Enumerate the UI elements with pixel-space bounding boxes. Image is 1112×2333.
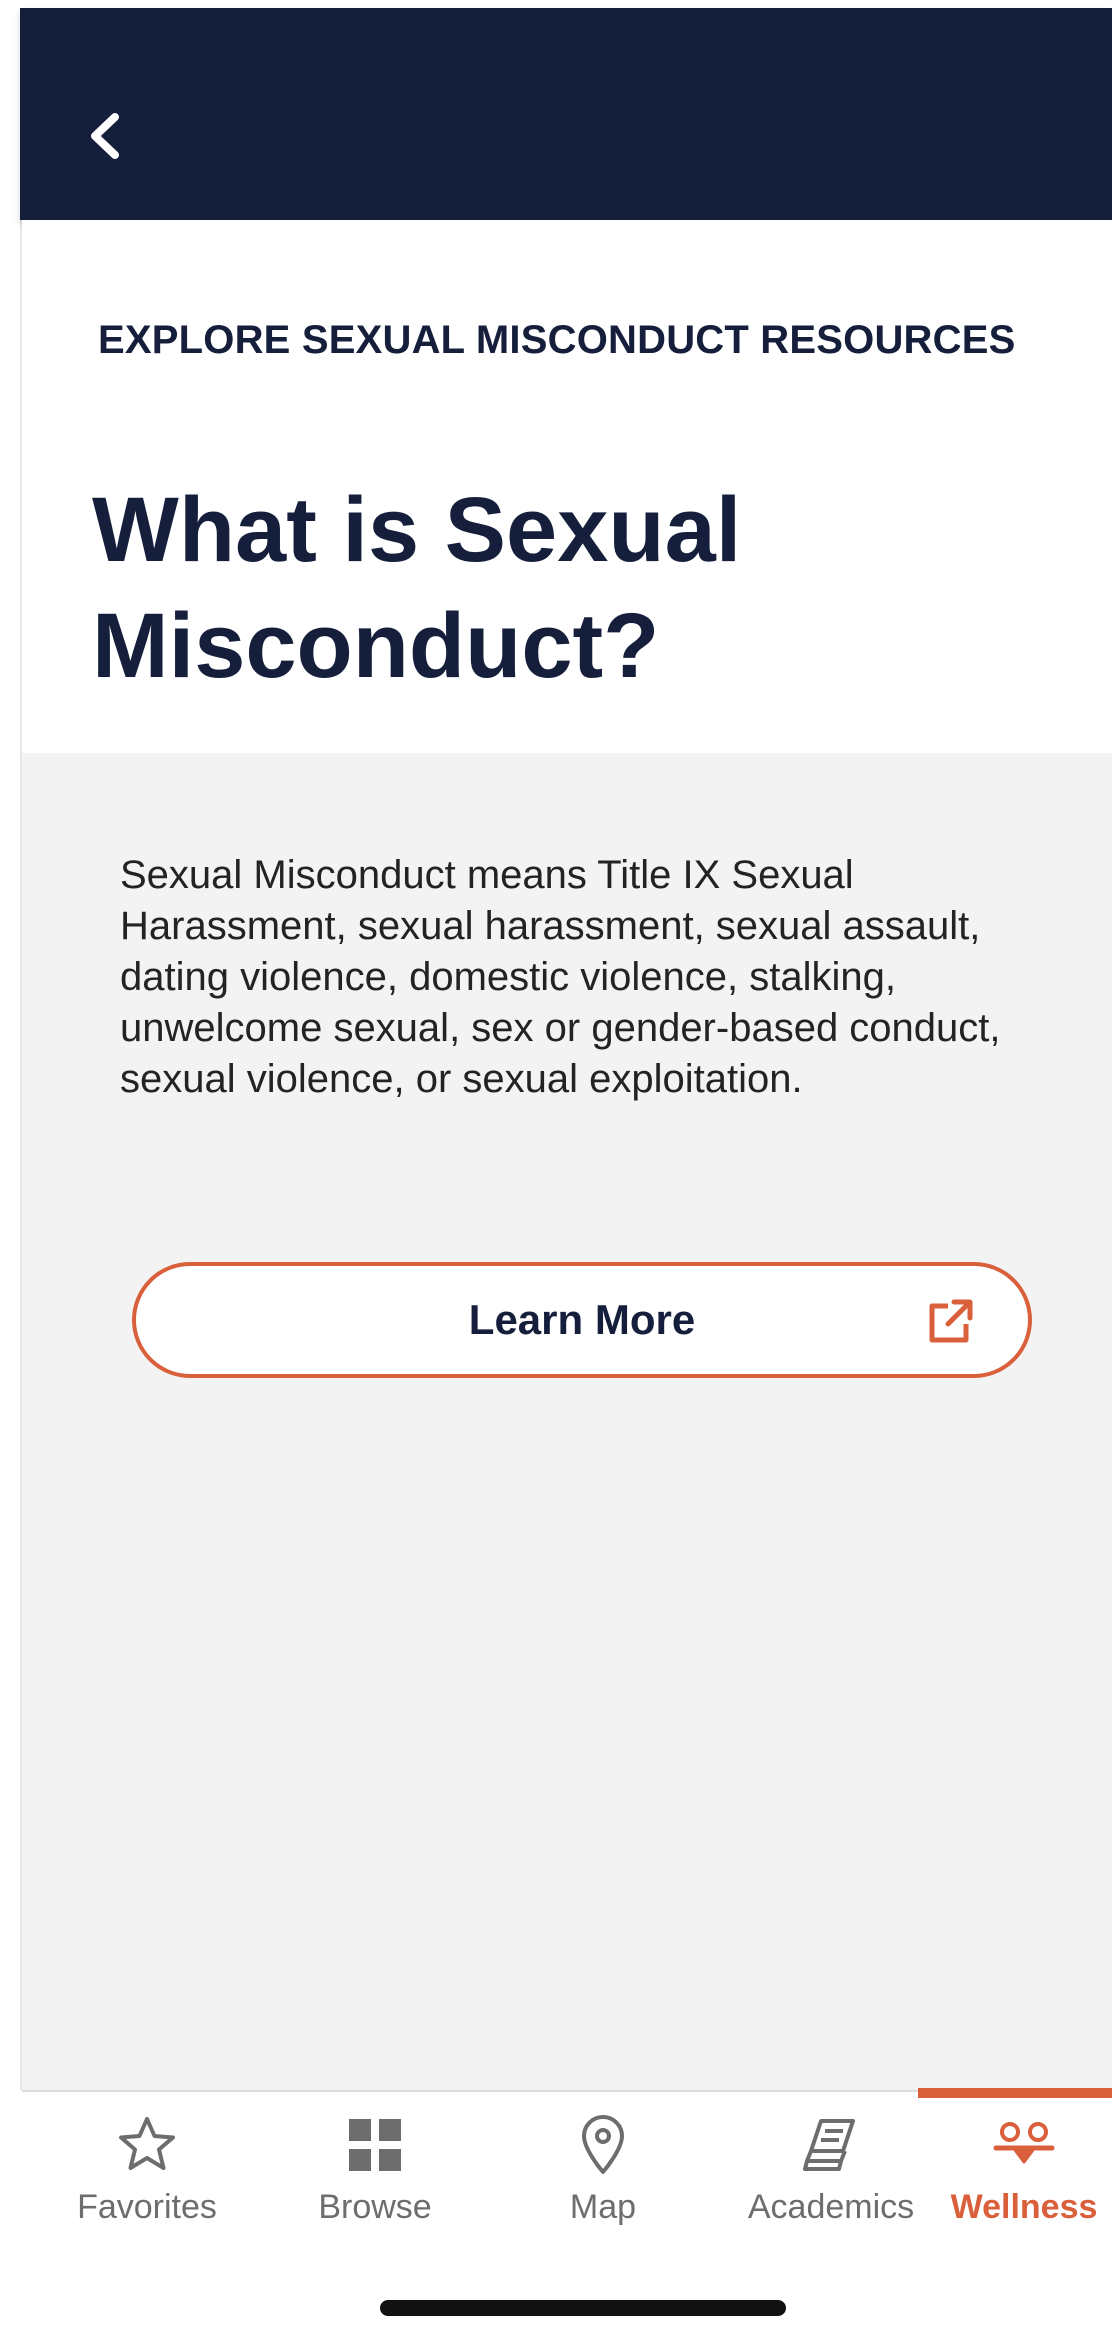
star-icon [119, 2117, 175, 2170]
back-button[interactable] [70, 96, 140, 176]
tab-wellness-label: Wellness [950, 2188, 1098, 2226]
map-pin-icon [582, 2115, 624, 2174]
grid-icon [349, 2119, 401, 2171]
section-kicker: EXPLORE SEXUAL MISCONDUCT RESOURCES [98, 318, 1016, 362]
learn-more-button[interactable]: Learn More [132, 1262, 1032, 1378]
left-edge [0, 0, 20, 2333]
learn-more-label: Learn More [468, 1296, 696, 1343]
tab-map-label: Map [569, 2188, 637, 2226]
tab-favorites[interactable]: Favorites [52, 2092, 242, 2252]
page-title: What is Sexual Misconduct? [92, 479, 742, 697]
tab-browse[interactable]: Browse [280, 2092, 470, 2252]
tab-wellness[interactable]: Wellness [936, 2092, 1112, 2252]
tab-map[interactable]: Map [508, 2092, 698, 2252]
home-indicator[interactable] [380, 2300, 786, 2316]
chevron-left-icon [91, 113, 119, 159]
top-header [20, 8, 1112, 220]
tab-favorites-label: Favorites [77, 2188, 217, 2226]
bottom-tab-bar: Favorites Browse Map Academics Wellness [22, 2090, 1112, 2333]
app-screen: EXPLORE SEXUAL MISCONDUCT RESOURCES What… [0, 0, 1112, 2333]
active-tab-indicator [918, 2088, 1112, 2098]
tab-academics-label: Academics [747, 2188, 915, 2226]
external-link-icon [929, 1299, 973, 1343]
books-icon [803, 2119, 855, 2171]
tab-browse-label: Browse [318, 2188, 432, 2226]
tab-academics[interactable]: Academics [736, 2092, 926, 2252]
wellness-icon [993, 2122, 1055, 2164]
definition-text: Sexual Misconduct means Title IX Sexual … [120, 853, 1001, 1101]
